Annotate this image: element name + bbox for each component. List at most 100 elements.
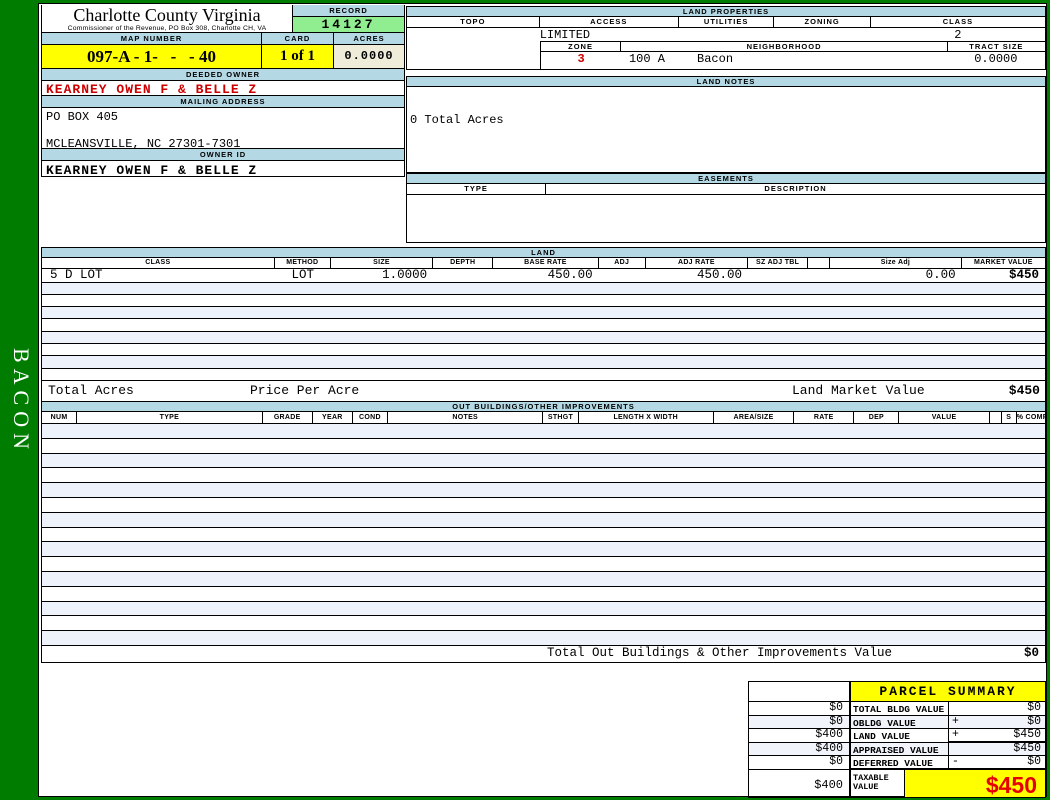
utilities-header: UTILITIES [679,17,775,27]
total-acres-label: Total Acres [48,381,134,400]
easements-empty-box [406,195,1046,243]
class-header: CLASS [871,17,1045,27]
price-per-acre-label: Price Per Acre [250,381,359,400]
ps-header-blank [749,682,850,702]
parcel-summary-table: PARCEL SUMMARY $0 TOTAL BLDG VALUE $0 $0… [748,681,1046,798]
ob-col-year: YEAR [313,412,353,423]
ps-prior-value: $400 [749,743,850,757]
ps-label: DEFERRED VALUE [850,756,949,770]
deeded-owner-value: KEARNEY OWEN F & BELLE Z [42,81,404,96]
land-method-cell: LOT [275,269,331,282]
land-notes-text: 0 Total Acres [410,113,1045,127]
land-row: 5 D LOT LOT 1.0000 450.00 450.00 0.00 $4… [41,269,1046,283]
ob-col-value: VALUE [899,412,989,423]
ob-total-value: $0 [1024,646,1039,661]
land-properties-block: LAND PROPERTIES TOPO ACCESS UTILITIES ZO… [406,6,1046,244]
land-title: LAND [41,247,1046,258]
ps-row-deferred: $0 DEFERRED VALUE - $0 [749,756,1046,770]
ob-col-pct-comp: % COMP [1017,412,1045,423]
ps-row-obldg: $0 OBLDG VALUE +$0 [749,716,1046,730]
ob-total-label: Total Out Buildings & Other Improvements… [547,646,892,661]
land-class-cell: 5 D LOT [42,269,275,282]
ps-row-taxable: $400 TAXABLE VALUE $450 [749,770,1046,798]
map-number-value: 097-A - 1- - - 40 [42,45,261,68]
easement-type-header: TYPE [407,184,546,194]
zone-label: ZONE [541,42,622,51]
ob-col-notes: NOTES [388,412,543,423]
ob-col-type: TYPE [77,412,263,423]
ps-prior-value: $400 [749,729,850,743]
land-col-base-rate: BASE RATE [493,258,598,268]
land-base-rate-cell: 450.00 [493,269,598,282]
record-box: RECORD 14127 [292,5,404,32]
deeded-owner-label: DEEDED OWNER [42,69,404,81]
map-number-label: MAP NUMBER [42,33,261,44]
land-adj-cell [599,269,646,282]
ob-col-blank [990,412,1002,423]
land-depth-cell [433,269,493,282]
acres-label: ACRES [333,33,404,44]
land-market-value-total: $450 [1009,381,1040,400]
land-section: LAND CLASS METHOD SIZE DEPTH BASE RATE A… [41,247,1046,402]
county-subtitle: Commissioner of the Revenue, PO Box 308,… [42,25,292,32]
access-header: ACCESS [540,17,679,27]
ob-col-rate: RATE [794,412,854,423]
ps-row-total-bldg: $0 TOTAL BLDG VALUE $0 [749,702,1046,716]
out-buildings-title: OUT BUILDINGS/OTHER IMPROVEMENTS [41,401,1046,412]
land-notes-box: 0 Total Acres [406,87,1046,173]
card-value: 1 of 1 [261,45,333,68]
acres-value: 0.0000 [333,45,404,68]
county-title-block: Charlotte County Virginia Commissioner o… [42,5,292,32]
ob-col-s: S [1002,412,1017,423]
ps-label: OBLDG VALUE [850,716,949,730]
land-size-adj-cell: 0.00 [830,269,961,282]
ps-op: - [952,756,959,768]
land-sz-adj-tbl-cell [748,269,808,282]
land-empty-rows [41,283,1046,381]
ps-prior-value: $0 [749,756,850,770]
owner-header-block: Charlotte County Virginia Commissioner o… [41,5,405,177]
easements-title: EASEMENTS [406,173,1046,184]
neighborhood-name: Bacon [697,52,733,66]
land-col-method: METHOD [275,258,331,268]
ps-row-land: $400 LAND VALUE +$450 [749,729,1046,743]
ps-value: $0 [1027,702,1041,715]
ps-taxable-label: TAXABLE VALUE [850,770,905,798]
record-value: 14127 [293,17,404,32]
parcel-summary-title: PARCEL SUMMARY [850,682,1046,702]
county-title: Charlotte County Virginia [42,6,292,25]
ob-total-row: Total Out Buildings & Other Improvements… [41,646,1046,663]
access-value: LIMITED [540,28,590,42]
ps-op: + [952,716,959,729]
land-col-class: CLASS [42,258,275,268]
ps-prior-value: $0 [749,702,850,716]
ps-label: APPRAISED VALUE [850,743,949,757]
easement-description-header: DESCRIPTION [546,184,1045,194]
topo-header: TOPO [407,17,540,27]
owner-id-value: KEARNEY OWEN F & BELLE Z [42,161,404,177]
ob-empty-rows [41,424,1046,646]
ps-value: $0 [1027,716,1041,729]
ob-col-cond: COND [353,412,388,423]
ps-value: $450 [1013,729,1041,741]
land-col-adj-rate: ADJ RATE [646,258,748,268]
zone-neighborhood-box: ZONE NEIGHBORHOOD TRACT SIZE 3 100 A Bac… [540,41,1045,69]
neighborhood-code: 100 A [629,52,665,66]
land-col-size-adj: Size Adj [830,258,961,268]
ob-col-dep: DEP [854,412,899,423]
ps-taxable-prior: $400 [749,770,850,798]
out-buildings-section: OUT BUILDINGS/OTHER IMPROVEMENTS NUM TYP… [41,401,1046,663]
ps-value: $0 [1027,756,1041,768]
tract-size-value: 0.0000 [947,52,1045,66]
ob-col-grade: GRADE [263,412,313,423]
ob-col-length-width: LENGTH X WIDTH [579,412,714,423]
land-col-sz-adj-tbl: SZ ADJ TBL [748,258,808,268]
neighborhood-label: NEIGHBORHOOD [621,42,946,51]
card-label: CARD [261,33,333,44]
land-blank-cell [808,269,830,282]
land-notes-title: LAND NOTES [406,76,1046,87]
record-label: RECORD [293,5,404,17]
land-col-size: SIZE [331,258,433,268]
ob-col-sthgt: STHGT [543,412,578,423]
ps-label: TOTAL BLDG VALUE [850,702,949,716]
